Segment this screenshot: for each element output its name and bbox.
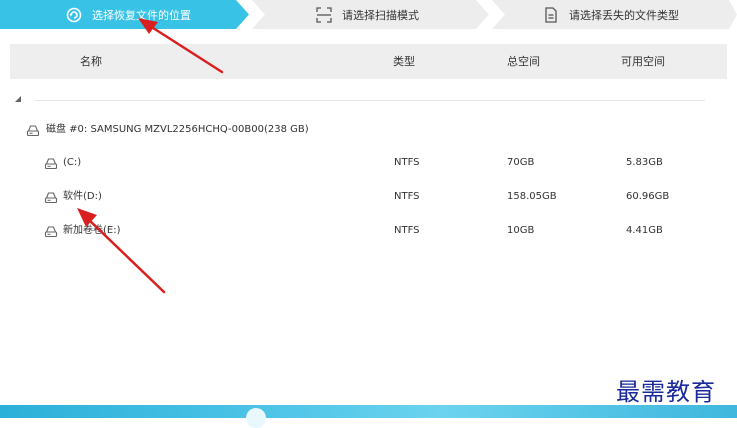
volume-row-d[interactable]: 软件(D:) NTFS 158.05GB 60.96GB xyxy=(0,187,737,207)
volume-type: NTFS xyxy=(394,191,420,202)
column-header-type[interactable]: 类型 xyxy=(393,44,415,79)
volume-type: NTFS xyxy=(394,225,420,236)
volume-total: 10GB xyxy=(507,225,535,236)
volume-label: 软件(D:) xyxy=(63,191,102,202)
disk-label: 磁盘 #0: SAMSUNG MZVL2256HCHQ-00B00(238 GB… xyxy=(46,124,309,135)
step-label: 选择恢复文件的位置 xyxy=(92,8,191,22)
refresh-icon xyxy=(66,7,82,23)
column-header-total[interactable]: 总空间 xyxy=(507,44,540,79)
volume-label: (C:) xyxy=(63,157,82,168)
drive-icon xyxy=(44,192,58,204)
volume-free: 60.96GB xyxy=(626,191,670,202)
step-select-location[interactable]: 选择恢复文件的位置 xyxy=(66,0,191,29)
step-scan-mode[interactable]: 请选择扫描模式 xyxy=(316,0,419,29)
step-label: 请选择扫描模式 xyxy=(342,8,419,22)
volume-free: 5.83GB xyxy=(626,157,663,168)
step-file-type[interactable]: 请选择丢失的文件类型 xyxy=(543,0,679,29)
disk-row[interactable]: 磁盘 #0: SAMSUNG MZVL2256HCHQ-00B00(238 GB… xyxy=(0,120,737,140)
volume-type: NTFS xyxy=(394,157,420,168)
step-label: 请选择丢失的文件类型 xyxy=(569,8,679,22)
volume-total: 158.05GB xyxy=(507,191,557,202)
volume-label: 新加卷卷(E:) xyxy=(63,225,121,236)
scan-icon xyxy=(316,6,332,23)
drive-icon xyxy=(44,226,58,238)
bottom-bar xyxy=(0,405,737,428)
drive-icon xyxy=(26,125,40,137)
bottom-button[interactable] xyxy=(246,408,266,428)
collapse-toggle-icon[interactable] xyxy=(15,96,21,102)
column-header-name[interactable]: 名称 xyxy=(80,44,102,79)
step-bar: 选择恢复文件的位置 请选择扫描模式 请选择丢失的文件类型 xyxy=(0,0,737,29)
volume-row-c[interactable]: (C:) NTFS 70GB 5.83GB xyxy=(0,153,737,173)
divider xyxy=(35,100,705,101)
table-header: 名称 类型 总空间 可用空间 xyxy=(10,44,727,79)
watermark-logo: 最需教育 xyxy=(616,378,716,406)
volume-free: 4.41GB xyxy=(626,225,663,236)
drive-icon xyxy=(44,158,58,170)
column-header-free[interactable]: 可用空间 xyxy=(621,44,665,79)
volume-total: 70GB xyxy=(507,157,535,168)
volume-row-e[interactable]: 新加卷卷(E:) NTFS 10GB 4.41GB xyxy=(0,221,737,241)
document-icon xyxy=(543,6,559,23)
